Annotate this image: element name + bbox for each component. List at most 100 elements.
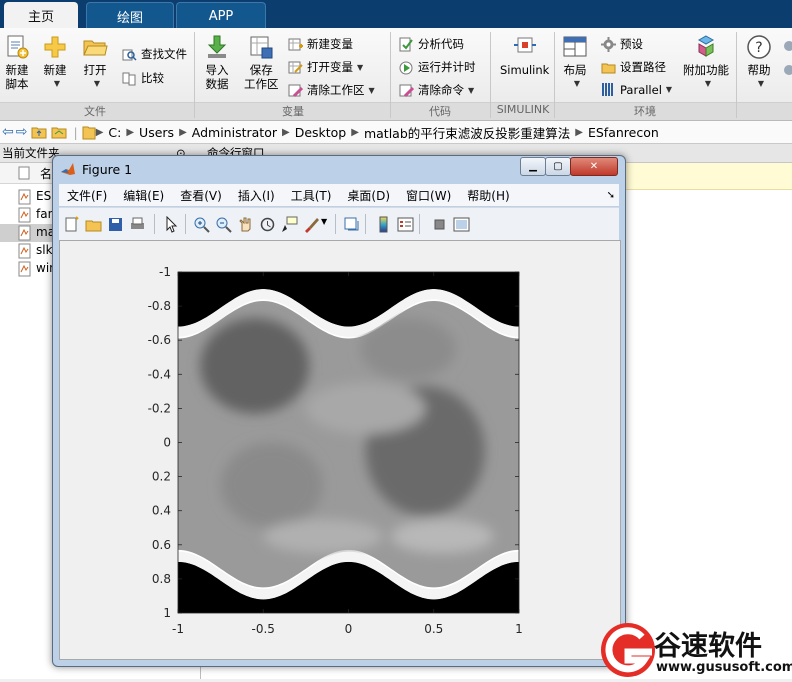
menu-edit[interactable]: 编辑(E) <box>123 187 164 204</box>
breadcrumb-item[interactable]: ESfanrecon <box>588 125 659 140</box>
chevron-down-icon: ▼ <box>665 85 673 94</box>
import-data-button[interactable]: 导入 数据 <box>204 34 230 91</box>
menu-help[interactable]: 帮助(H) <box>467 187 509 204</box>
simulink-button[interactable]: Simulink <box>500 34 549 77</box>
new-figure-icon[interactable] <box>63 216 80 233</box>
compare-button[interactable]: 比较 <box>122 70 164 86</box>
forward-arrow-icon[interactable]: ⇨ <box>16 124 28 140</box>
new-script-icon <box>7 35 29 59</box>
save-workspace-icon <box>250 36 273 59</box>
breadcrumb-separator-icon: ▶ <box>351 126 359 138</box>
run-and-time-icon <box>399 61 413 74</box>
open-icon[interactable] <box>85 216 102 233</box>
find-files-icon <box>122 49 137 61</box>
separator <box>365 214 366 234</box>
menu-window[interactable]: 窗口(W) <box>406 187 451 204</box>
community-icon[interactable] <box>781 36 792 96</box>
chevron-down-icon[interactable]: ▼ <box>321 217 327 226</box>
menu-file[interactable]: 文件(F) <box>67 187 107 204</box>
parallel-icon <box>602 83 613 96</box>
maximize-icon: ▢ <box>553 161 563 172</box>
breadcrumb-item[interactable]: matlab的平行束滤波反投影重建算法 <box>364 123 570 142</box>
hide-plot-tools-icon[interactable] <box>431 216 448 233</box>
y-tick-label: 0.8 <box>152 572 171 586</box>
layout-button[interactable]: 布局 ▼ <box>562 34 588 91</box>
pointer-icon[interactable] <box>163 216 180 233</box>
x-tick-label: -1 <box>172 622 184 636</box>
breadcrumb-separator-icon: ▶ <box>179 126 187 138</box>
separator: | <box>73 124 78 140</box>
tab-apps[interactable]: APP <box>176 2 266 29</box>
zoom-in-icon[interactable] <box>193 216 210 233</box>
figure-window[interactable]: Figure 1 ▁ ▢ ✕ 文件(F) 编辑(E) 查看(V) 插入(I) 工… <box>52 155 626 667</box>
open-variable-button[interactable]: 打开变量 ▼ <box>288 59 363 75</box>
gusu-logo-icon <box>601 623 655 677</box>
set-path-icon <box>601 63 616 73</box>
breadcrumb-item[interactable]: Users <box>139 125 174 140</box>
x-tick-label: -0.5 <box>252 622 275 636</box>
brush-icon[interactable] <box>303 216 320 233</box>
rotate-3d-icon[interactable] <box>259 216 276 233</box>
zoom-out-icon[interactable] <box>215 216 232 233</box>
compare-icon <box>122 72 136 85</box>
run-and-time-button[interactable]: 运行并计时 <box>399 59 476 75</box>
dock-arrow-icon[interactable]: ➘ <box>607 190 615 201</box>
set-path-button[interactable]: 设置路径 <box>601 59 666 75</box>
column-name-label: 名 <box>40 167 53 181</box>
minimize-button[interactable]: ▁ <box>520 157 546 176</box>
find-files-label: 查找文件 <box>141 47 187 61</box>
data-cursor-icon[interactable] <box>281 216 298 233</box>
y-tick-label: 0.4 <box>152 504 171 518</box>
open-button[interactable]: 打开 ▼ <box>82 34 108 91</box>
up-folder-icon[interactable] <box>31 124 47 140</box>
figure-title-bar[interactable]: Figure 1 ▁ ▢ ✕ <box>53 156 625 182</box>
tab-plots[interactable]: 绘图 <box>86 2 174 29</box>
figure-title: Figure 1 <box>82 161 133 177</box>
clear-workspace-button[interactable]: 清除工作区 ▼ <box>288 82 375 98</box>
print-icon[interactable] <box>129 216 146 233</box>
find-files-button[interactable]: 查找文件 <box>122 46 187 62</box>
save-icon[interactable] <box>107 216 124 233</box>
breadcrumb-item[interactable]: Desktop <box>295 125 347 140</box>
shading-region <box>391 519 494 554</box>
breadcrumb-item[interactable]: Administrator <box>192 125 277 140</box>
file-name: ES <box>36 189 52 203</box>
menu-insert[interactable]: 插入(I) <box>238 187 275 204</box>
pan-icon[interactable] <box>237 216 254 233</box>
back-arrow-icon[interactable]: ⇦ <box>2 124 14 140</box>
group-label-file: 文件 <box>84 105 106 118</box>
link-plot-icon[interactable] <box>343 216 360 233</box>
new-variable-button[interactable]: 新建变量 <box>288 36 353 52</box>
help-button[interactable]: ? 帮助 ▼ <box>746 34 772 91</box>
shading-region <box>263 519 383 554</box>
figure-canvas[interactable]: -1 -0.8 -0.6 -0.4 -0.2 0 0.2 0.4 0.6 0.8 1 -1 -0.5 0 0… <box>59 240 621 660</box>
plot-area[interactable]: -1-0.8-0.6-0.4-0.200.20.40.60.81-1 -0.5 0 0… <box>60 241 620 659</box>
toolstrip-tabs: 主页 绘图 APP <box>0 0 792 29</box>
menu-view[interactable]: 查看(V) <box>180 187 222 204</box>
breadcrumb-item[interactable]: C: <box>108 125 121 140</box>
clear-commands-button[interactable]: 清除命令 ▼ <box>399 82 474 98</box>
analyze-code-button[interactable]: 分析代码 <box>399 36 464 52</box>
legend-icon[interactable] <box>397 216 414 233</box>
tab-home[interactable]: 主页 <box>4 2 78 28</box>
menu-tools[interactable]: 工具(T) <box>291 187 332 204</box>
m-file-icon <box>18 225 31 241</box>
preferences-button[interactable]: 预设 <box>601 36 643 52</box>
layout-label: 布局 <box>563 63 587 77</box>
add-ons-button[interactable]: 附加功能 ▼ <box>683 34 729 91</box>
new-script-button[interactable]: 新建 脚本 <box>4 34 30 91</box>
m-file-icon <box>18 207 31 223</box>
close-button[interactable]: ✕ <box>570 157 618 176</box>
chevron-down-icon: ▼ <box>704 79 712 88</box>
new-button[interactable]: 新建 ▼ <box>42 34 68 91</box>
colorbar-icon[interactable] <box>375 216 392 233</box>
browse-folder-icon[interactable] <box>51 124 67 140</box>
new-script-label: 新建 脚本 <box>5 63 29 91</box>
parallel-button[interactable]: Parallel ▼ <box>601 82 672 97</box>
menu-desktop[interactable]: 桌面(D) <box>347 187 390 204</box>
save-workspace-button[interactable]: 保存 工作区 <box>244 34 279 91</box>
show-plot-tools-icon[interactable] <box>453 216 470 233</box>
maximize-button[interactable]: ▢ <box>545 157 571 176</box>
minimize-icon: ▁ <box>529 161 537 172</box>
folder-icon <box>82 126 96 140</box>
